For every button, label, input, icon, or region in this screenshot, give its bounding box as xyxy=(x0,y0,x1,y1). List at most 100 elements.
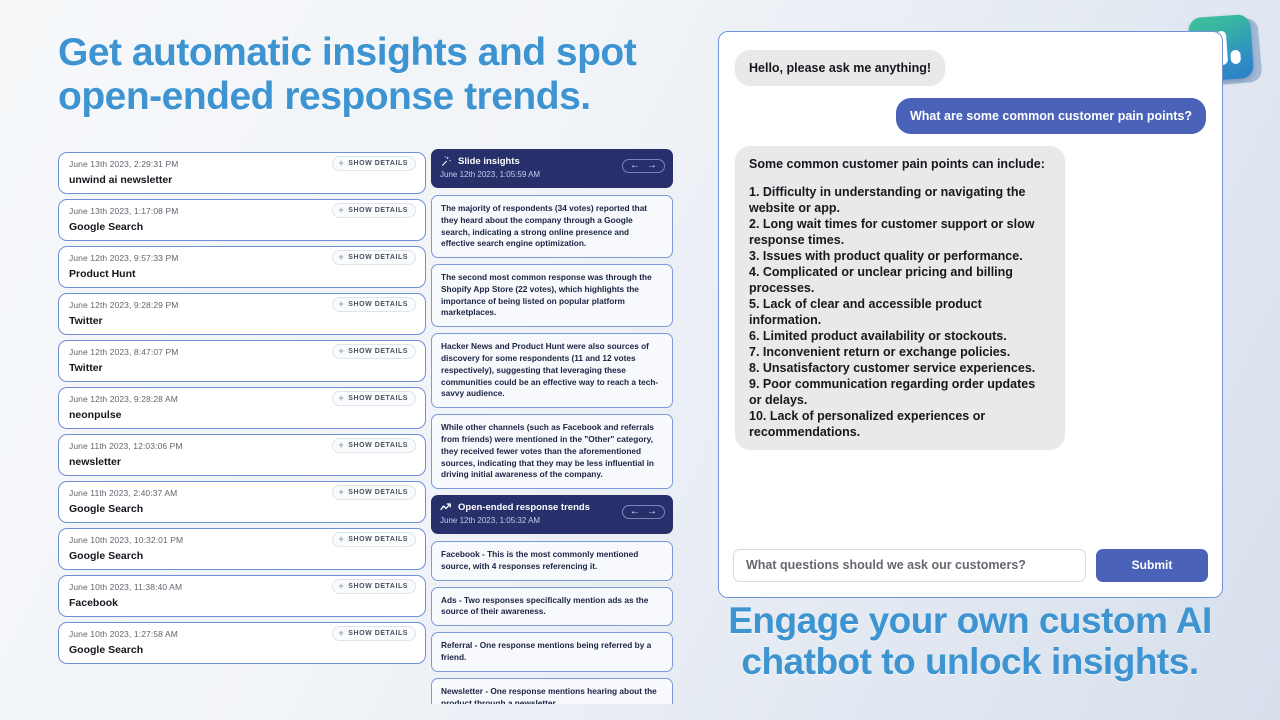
show-details-label: SHOW DETAILS xyxy=(348,395,408,402)
logo-bar-3 xyxy=(1230,49,1242,65)
plus-icon: + xyxy=(338,487,345,497)
show-details-label: SHOW DETAILS xyxy=(348,630,408,637)
insights-nav-arrows[interactable]: ← → xyxy=(622,159,665,173)
insight-card: The majority of respondents (34 votes) r… xyxy=(431,195,673,259)
plus-icon: + xyxy=(338,299,345,309)
show-details-label: SHOW DETAILS xyxy=(348,301,408,308)
show-details-button[interactable]: + SHOW DETAILS xyxy=(332,250,416,265)
prev-arrow-icon[interactable]: ← xyxy=(630,507,640,517)
show-details-button[interactable]: + SHOW DETAILS xyxy=(332,203,416,218)
chat-question-input[interactable] xyxy=(733,548,1086,582)
response-card[interactable]: June 10th 2023, 1:27:58 AM Google Search +… xyxy=(58,622,426,664)
show-details-button[interactable]: + SHOW DETAILS xyxy=(332,297,416,312)
show-details-button[interactable]: + SHOW DETAILS xyxy=(332,391,416,406)
show-details-button[interactable]: + SHOW DETAILS xyxy=(332,485,416,500)
plus-icon: + xyxy=(338,205,345,215)
response-card[interactable]: June 12th 2023, 9:57:33 PM Product Hunt + S… xyxy=(58,246,426,288)
insight-card: Facebook - This is the most commonly men… xyxy=(431,541,673,581)
answer-list-item: 6. Limited product availability or stock… xyxy=(749,329,1007,343)
insight-card: Hacker News and Product Hunt were also s… xyxy=(431,333,673,409)
insights-section-title: Slide insights xyxy=(458,155,520,167)
insights-section-title: Open-ended response trends xyxy=(458,501,590,513)
plus-icon: + xyxy=(338,628,345,638)
response-card[interactable]: June 11th 2023, 2:40:37 AM Google Search +… xyxy=(58,481,426,523)
plus-icon: + xyxy=(338,393,345,403)
answer-list-item: 8. Unsatisfactory customer service exper… xyxy=(749,361,1036,375)
answer-list-item: 7. Inconvenient return or exchange polic… xyxy=(749,345,1011,359)
plus-icon: + xyxy=(338,158,345,168)
submit-button[interactable]: Submit xyxy=(1096,548,1208,582)
ai-chat-panel[interactable]: Hello, please ask me anything! What are … xyxy=(718,31,1223,598)
insights-nav-arrows[interactable]: ← → xyxy=(622,505,665,520)
answer-list-item: 4. Complicated or unclear pricing and bi… xyxy=(749,265,1013,295)
show-details-button[interactable]: + SHOW DETAILS xyxy=(332,532,416,547)
responses-list[interactable]: June 13th 2023, 2:29:31 PM unwind ai news… xyxy=(58,152,426,684)
chat-bubble-bot-greeting: Hello, please ask me anything! xyxy=(735,50,946,86)
answer-list-item: 2. Long wait times for customer support … xyxy=(749,217,1035,247)
response-label: Twitter xyxy=(69,362,103,374)
answer-spacer xyxy=(749,172,1051,184)
plus-icon: + xyxy=(338,534,345,544)
insight-card: Ads - Two responses specifically mention… xyxy=(431,586,673,627)
show-details-button[interactable]: + SHOW DETAILS xyxy=(332,344,416,359)
response-card[interactable]: June 11th 2023, 12:03:06 PM newsletter + SH… xyxy=(58,434,426,476)
response-label: unwind ai newsletter xyxy=(69,174,173,186)
show-details-label: SHOW DETAILS xyxy=(348,348,408,355)
chat-input-row: Submit xyxy=(719,533,1222,597)
chat-bubble-bot-answer: Some common customer pain points can inc… xyxy=(735,146,1065,450)
response-label: newsletter xyxy=(69,456,121,468)
insight-card: While other channels (such as Facebook a… xyxy=(431,414,673,490)
next-arrow-icon[interactable]: → xyxy=(647,161,657,171)
plus-icon: + xyxy=(338,252,345,262)
answer-list-item: 5. Lack of clear and accessible product … xyxy=(749,297,982,327)
insights-section-header: Slide insights June 12th 2023, 1:05:59 AM… xyxy=(431,149,673,188)
answer-intro: Some common customer pain points can inc… xyxy=(749,157,1045,171)
plus-icon: + xyxy=(338,581,345,591)
response-label: Google Search xyxy=(69,221,144,233)
response-card[interactable]: June 12th 2023, 9:28:28 AM neonpulse + SHOW… xyxy=(58,387,426,429)
page-headline-bottom: Engage your own custom AI chatbot to unl… xyxy=(728,600,1212,683)
show-details-label: SHOW DETAILS xyxy=(348,536,408,543)
response-label: Google Search xyxy=(69,503,144,515)
response-card[interactable]: June 10th 2023, 10:32:01 PM Google Search… xyxy=(58,528,426,570)
insights-section-header: Open-ended response trends June 12th 2023… xyxy=(431,495,673,535)
response-label: Google Search xyxy=(69,644,144,656)
insights-column[interactable]: Slide insights June 12th 2023, 1:05:59 AM… xyxy=(431,149,673,704)
plus-icon: + xyxy=(338,346,345,356)
show-details-label: SHOW DETAILS xyxy=(348,160,408,167)
insight-card: The second most common response was thro… xyxy=(431,264,673,328)
chat-thread: Hello, please ask me anything! What are … xyxy=(719,32,1222,533)
answer-list-item: 9. Poor communication regarding order up… xyxy=(749,377,1036,407)
page-headline-top: Get automatic insights and spot open-end… xyxy=(58,31,637,118)
trend-up-icon xyxy=(440,501,452,513)
show-details-button[interactable]: + SHOW DETAILS xyxy=(332,579,416,594)
insight-card: Newsletter - One response mentions heari… xyxy=(431,677,673,704)
show-details-button[interactable]: + SHOW DETAILS xyxy=(332,156,416,171)
response-card[interactable]: June 12th 2023, 9:28:29 PM Twitter + SHOW D… xyxy=(58,293,426,335)
show-details-button[interactable]: + SHOW DETAILS xyxy=(332,438,416,453)
response-card[interactable]: June 12th 2023, 8:47:07 PM Twitter + SHOW D… xyxy=(58,340,426,382)
prev-arrow-icon[interactable]: ← xyxy=(630,161,640,171)
plus-icon: + xyxy=(338,440,345,450)
response-card[interactable]: June 13th 2023, 2:29:31 PM unwind ai news… xyxy=(58,152,426,194)
insight-card: Referral - One response mentions being r… xyxy=(431,632,673,672)
response-card[interactable]: June 13th 2023, 1:17:08 PM Google Search +… xyxy=(58,199,426,241)
show-details-label: SHOW DETAILS xyxy=(348,489,408,496)
show-details-label: SHOW DETAILS xyxy=(348,207,408,214)
response-label: Twitter xyxy=(69,315,103,327)
show-details-label: SHOW DETAILS xyxy=(348,254,408,261)
show-details-button[interactable]: + SHOW DETAILS xyxy=(332,626,416,641)
response-label: Product Hunt xyxy=(69,268,136,280)
answer-list-item: 3. Issues with product quality or perfor… xyxy=(749,249,1023,263)
show-details-label: SHOW DETAILS xyxy=(348,583,408,590)
response-label: neonpulse xyxy=(69,409,122,421)
chat-bubble-user-question: What are some common customer pain point… xyxy=(896,98,1206,134)
response-card[interactable]: June 10th 2023, 11:38:40 AM Facebook + SHOW… xyxy=(58,575,426,617)
answer-list-item: 1. Difficulty in understanding or naviga… xyxy=(749,185,1026,215)
answer-list-item: 10. Lack of personalized experiences or … xyxy=(749,409,986,439)
show-details-label: SHOW DETAILS xyxy=(348,442,408,449)
magic-wand-icon xyxy=(440,155,452,167)
next-arrow-icon[interactable]: → xyxy=(647,507,657,517)
response-label: Facebook xyxy=(69,597,119,609)
response-label: Google Search xyxy=(69,550,144,562)
